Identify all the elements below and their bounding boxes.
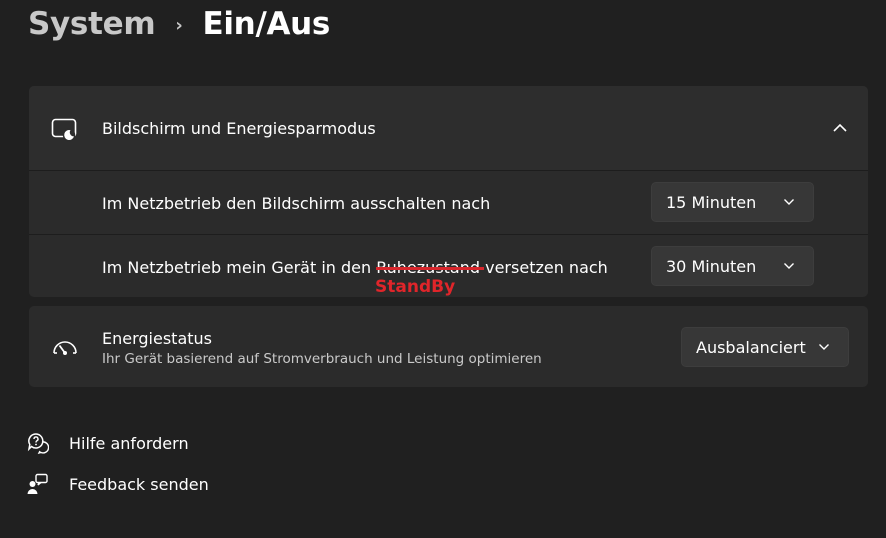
screen-sleep-card: Bildschirm und Energiesparmodus Im Netzb… [29,86,868,297]
chevron-down-icon [784,199,794,205]
power-mode-title: Energiestatus [102,329,212,348]
screen-off-label: Im Netzbetrieb den Bildschirm ausschalte… [102,194,491,213]
breadcrumb-separator-icon: › [175,14,183,36]
strike-line [376,267,485,270]
page-title: Ein/Aus [202,6,331,42]
breadcrumb-system-link[interactable]: System [28,6,156,42]
screen-sleep-title: Bildschirm und Energiesparmodus [102,119,376,138]
chevron-up-icon[interactable] [832,122,848,134]
send-feedback-label: Feedback senden [69,474,209,494]
display-sleep-icon [51,118,77,142]
screen-sleep-header[interactable]: Bildschirm und Energiesparmodus [29,86,868,170]
feedback-icon [27,473,48,494]
screen-off-dropdown[interactable]: 15 Minuten [651,182,814,222]
sleep-label-before: Im Netzbetrieb mein Gerät in den [102,258,377,277]
breadcrumb: System › Ein/Aus [28,2,330,46]
power-mode-card: Energiestatus Ihr Gerät basierend auf St… [29,306,868,387]
settings-page: System › Ein/Aus Bildschirm und Energies… [0,0,886,538]
help-chat-icon [27,433,49,454]
standby-annotation: StandBy [375,277,456,297]
divider [29,170,868,171]
sleep-value: 30 Minuten [666,257,757,276]
sleep-dropdown[interactable]: 30 Minuten [651,246,814,286]
power-mode-value: Ausbalanciert [696,338,806,357]
sleep-label: Im Netzbetrieb mein Gerät in den Ruhezus… [102,258,608,277]
chevron-down-icon [819,344,829,350]
chevron-down-icon [784,263,794,269]
screen-off-value: 15 Minuten [666,193,757,212]
sleep-label-after: versetzen nach [480,258,608,277]
get-help-link[interactable]: Hilfe anfordern [27,432,189,454]
divider [29,234,868,235]
send-feedback-link[interactable]: Feedback senden [27,473,209,495]
power-mode-description: Ihr Gerät basierend auf Stromverbrauch u… [102,351,542,367]
get-help-label: Hilfe anfordern [69,433,189,453]
sleep-label-struck: Ruhezustand [376,258,485,277]
gauge-icon [53,341,77,355]
power-mode-dropdown[interactable]: Ausbalanciert [681,327,849,367]
